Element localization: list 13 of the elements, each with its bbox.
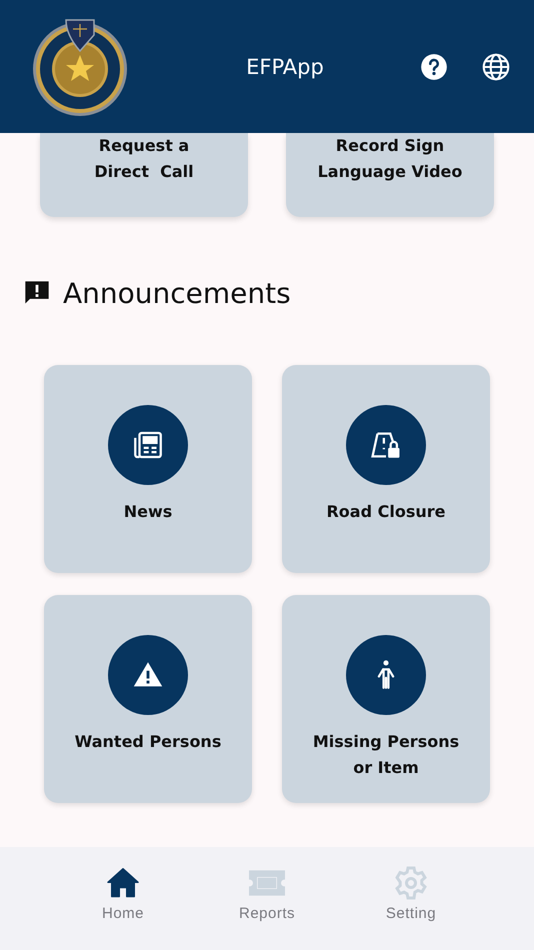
globe-icon[interactable] bbox=[482, 52, 510, 80]
announcement-tile[interactable]: News bbox=[44, 365, 252, 573]
section-title: Announcements bbox=[63, 276, 291, 310]
nav-tab[interactable]: Setting bbox=[364, 865, 458, 929]
announcement-tile[interactable]: Road Closure bbox=[282, 365, 490, 573]
quick-action-card[interactable]: Record Sign Language Video bbox=[286, 133, 494, 217]
announcement-tile[interactable]: Missing Persons or Item bbox=[282, 595, 490, 803]
app-title: EFPApp bbox=[245, 54, 325, 78]
nav-tab[interactable]: Home bbox=[76, 865, 170, 929]
nav-tab[interactable]: Reports bbox=[220, 865, 314, 929]
announcement-tile[interactable]: Wanted Persons bbox=[44, 595, 252, 803]
quick-action-card[interactable]: Request a Direct Call bbox=[40, 133, 248, 217]
help-icon[interactable] bbox=[420, 52, 448, 80]
